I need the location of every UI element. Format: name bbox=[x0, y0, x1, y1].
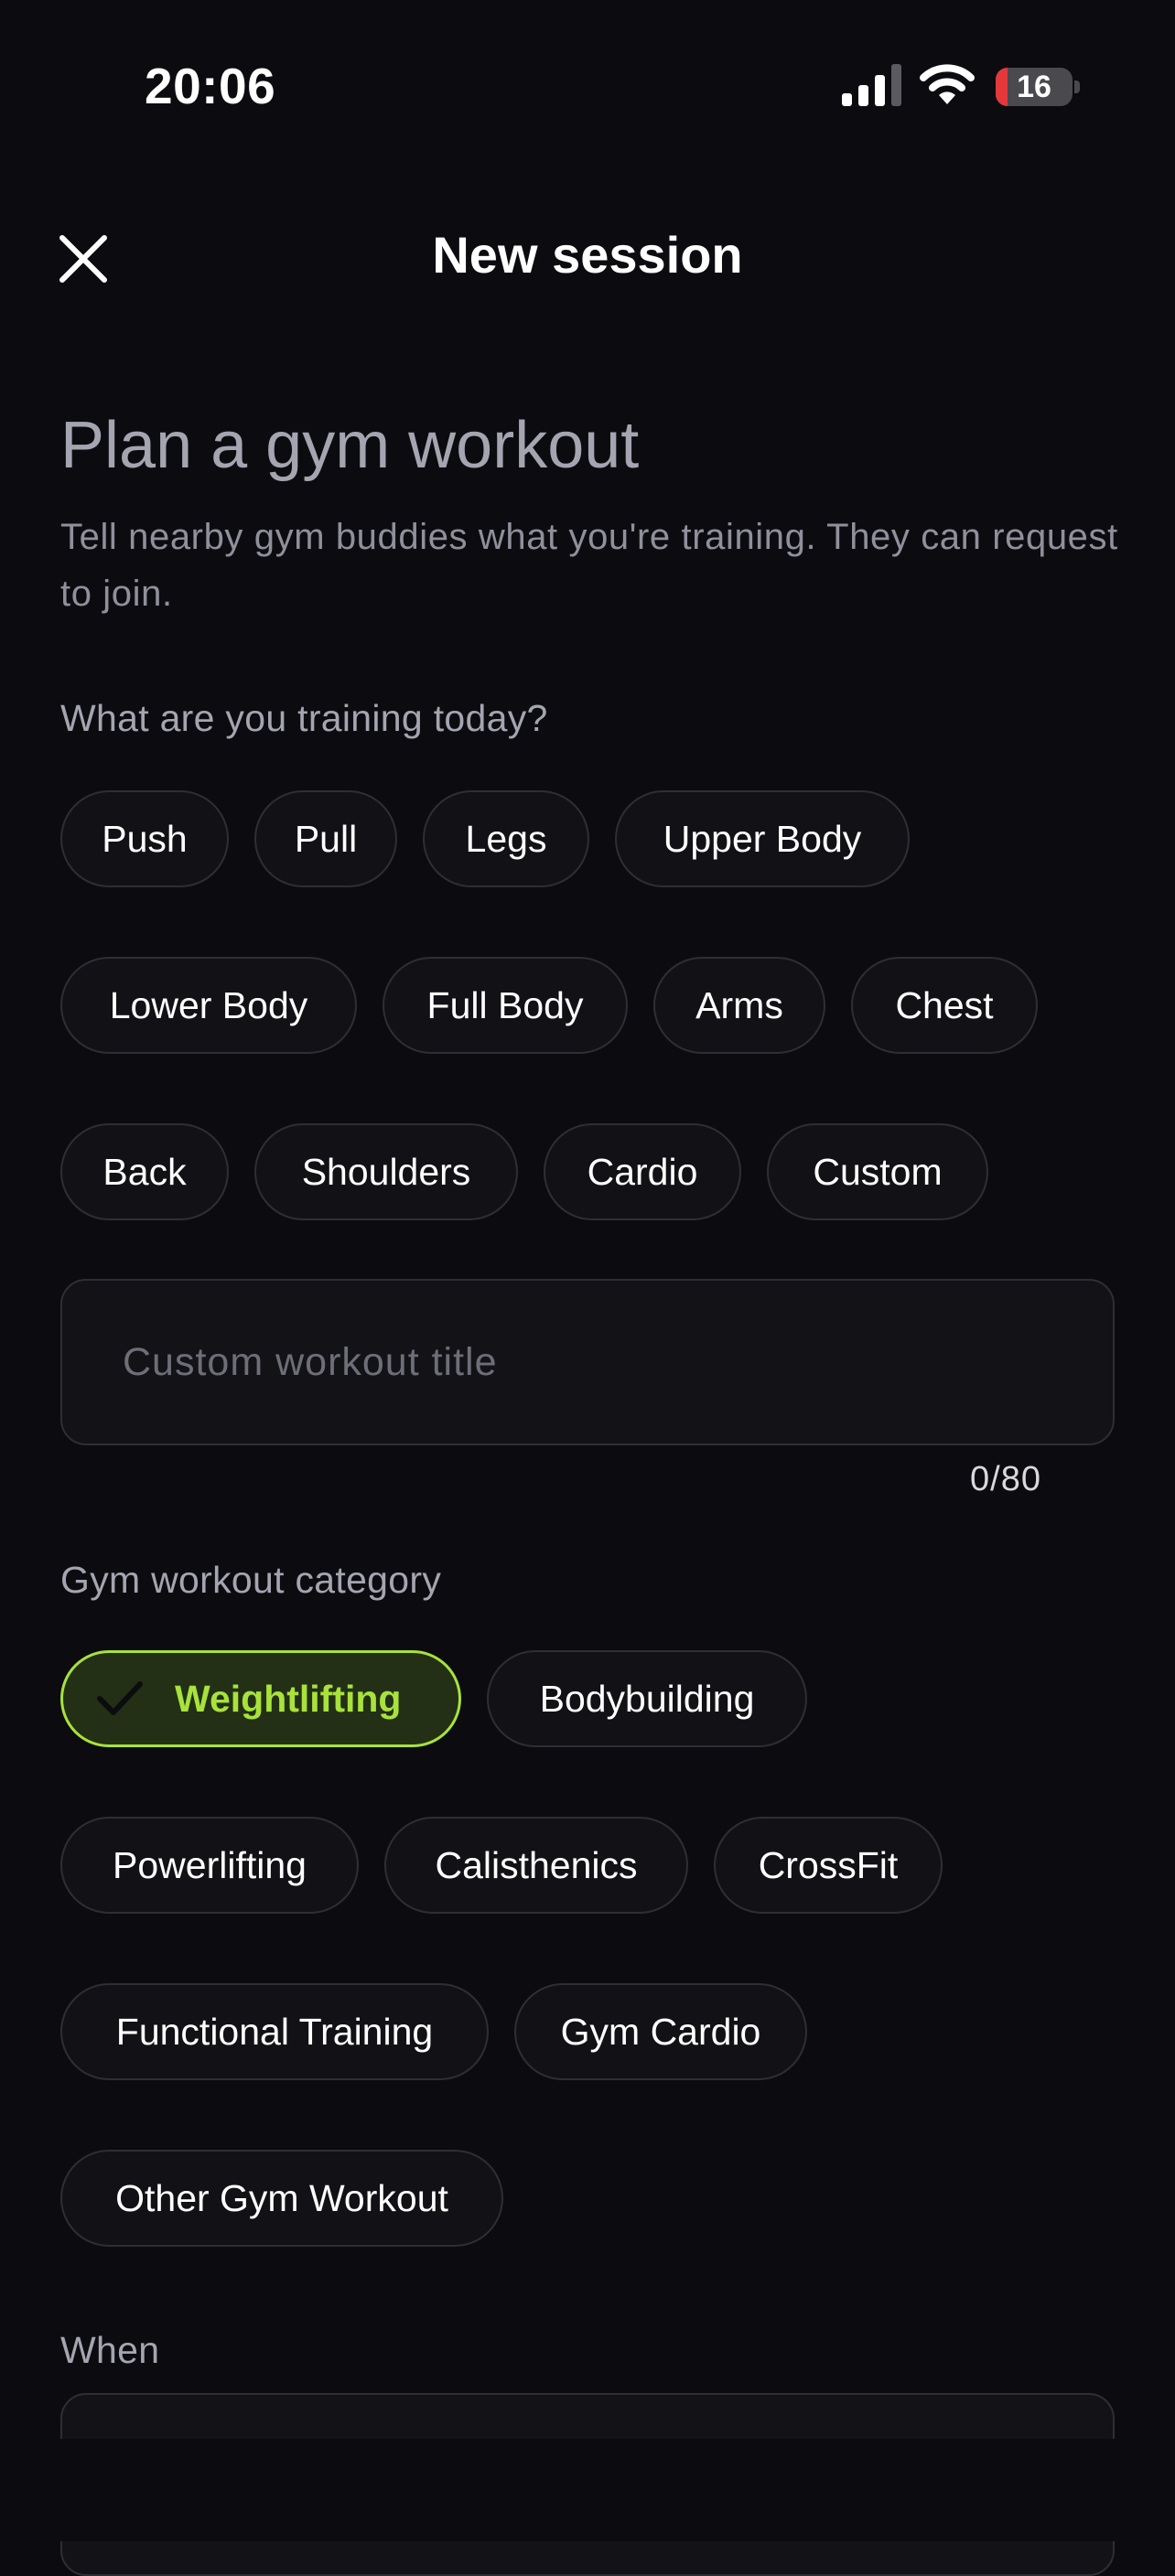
chip-calisthenics[interactable]: Calisthenics bbox=[384, 1817, 688, 1914]
chip-powerlifting[interactable]: Powerlifting bbox=[60, 1817, 359, 1914]
chip-pull[interactable]: Pull bbox=[254, 790, 397, 887]
signal-icon bbox=[842, 64, 901, 106]
page-title: New session bbox=[432, 226, 743, 284]
section-description: Tell nearby gym buddies what you're trai… bbox=[60, 517, 1118, 614]
chip-custom[interactable]: Custom bbox=[767, 1123, 988, 1220]
chip-gym-cardio[interactable]: Gym Cardio bbox=[514, 1983, 807, 2080]
training-label: What are you training today? bbox=[60, 697, 548, 739]
when-label: When bbox=[60, 2329, 160, 2371]
chip-cardio[interactable]: Cardio bbox=[544, 1123, 741, 1220]
chip-upper-body[interactable]: Upper Body bbox=[615, 790, 910, 887]
status-time: 20:06 bbox=[145, 58, 276, 114]
chip-full-body[interactable]: Full Body bbox=[383, 957, 628, 1054]
wifi-icon bbox=[920, 64, 975, 104]
chip-shoulders[interactable]: Shoulders bbox=[254, 1123, 518, 1220]
chip-push[interactable]: Push bbox=[60, 790, 229, 887]
chip-crossfit[interactable]: CrossFit bbox=[714, 1817, 943, 1914]
chip-other-gym-workout[interactable]: Other Gym Workout bbox=[60, 2150, 503, 2247]
chip-lower-body[interactable]: Lower Body bbox=[60, 957, 357, 1054]
chip-functional-training[interactable]: Functional Training bbox=[60, 1983, 489, 2080]
check-icon bbox=[97, 1681, 143, 1715]
battery-level: 16 bbox=[1017, 69, 1051, 104]
chip-arms[interactable]: Arms bbox=[653, 957, 825, 1054]
chip-weightlifting[interactable]: Weightlifting bbox=[60, 1650, 461, 1747]
chip-back[interactable]: Back bbox=[60, 1123, 229, 1220]
custom-title-field[interactable] bbox=[60, 1279, 1115, 1445]
section-heading: Plan a gym workout bbox=[60, 409, 640, 482]
chip-chest[interactable]: Chest bbox=[851, 957, 1038, 1054]
battery-tip bbox=[1074, 80, 1080, 93]
custom-title-input[interactable] bbox=[121, 1338, 1040, 1386]
chip-bodybuilding[interactable]: Bodybuilding bbox=[487, 1650, 807, 1747]
category-label: Gym workout category bbox=[60, 1559, 442, 1601]
chip-label: Weightlifting bbox=[175, 1677, 402, 1720]
chip-legs[interactable]: Legs bbox=[423, 790, 589, 887]
character-counter: 0/80 bbox=[970, 1460, 1041, 1498]
bottom-fade bbox=[0, 2439, 1175, 2541]
battery-icon: 16 bbox=[996, 68, 1073, 106]
